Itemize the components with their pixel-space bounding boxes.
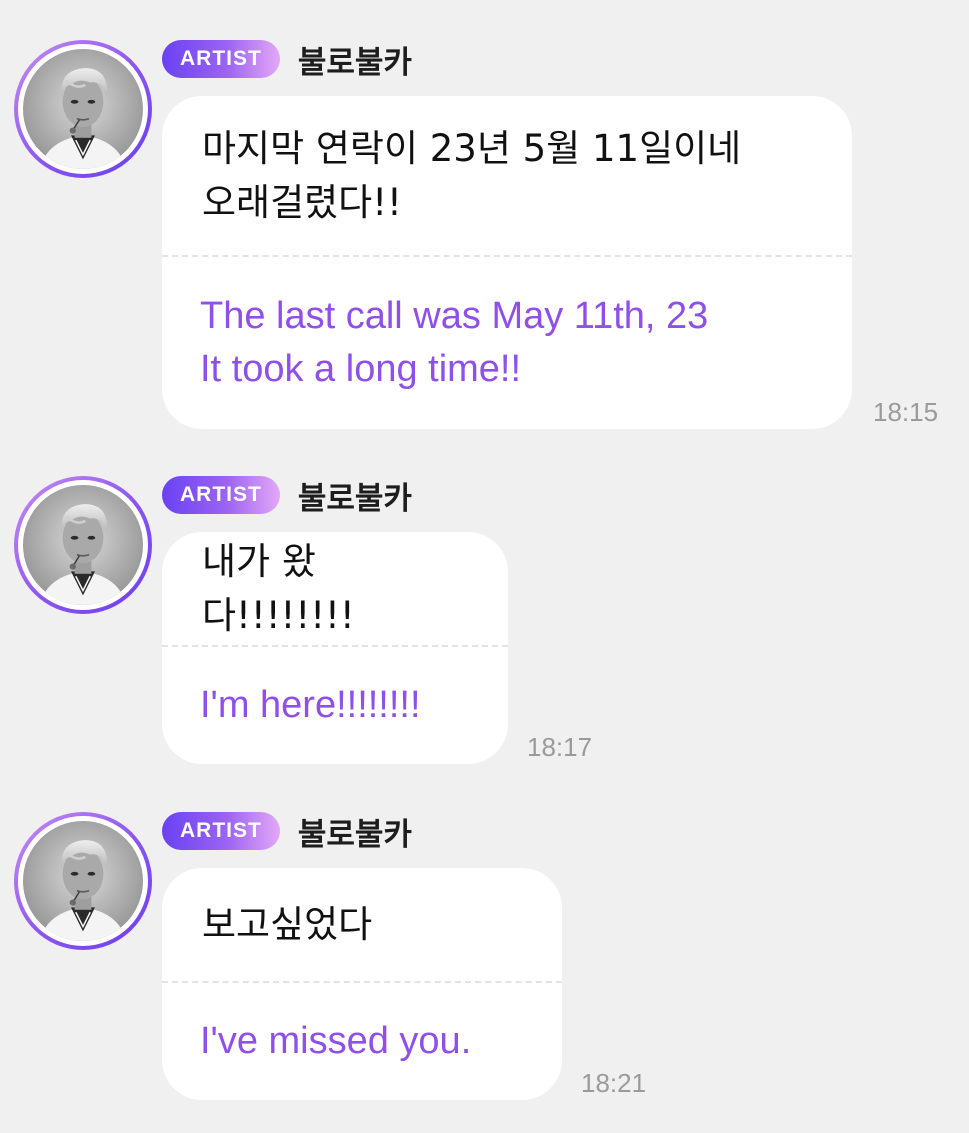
translated-text: I've missed you. bbox=[162, 983, 562, 1100]
artist-badge: ARTIST bbox=[162, 476, 280, 514]
message-text: 마지막 연락이 23년 5월 11일이네 오래걸렸다!! bbox=[162, 96, 852, 255]
sender-name[interactable]: 불로불카 bbox=[298, 37, 412, 82]
message-timestamp: 18:15 bbox=[873, 397, 938, 428]
profile-photo-icon bbox=[23, 485, 143, 605]
message-text: 보고싶었다 bbox=[162, 868, 562, 981]
profile-photo-icon bbox=[23, 49, 143, 169]
chat-message: ARTIST 불로불카 보고싶었다 I've missed you. 18:21 bbox=[0, 812, 969, 1112]
chat-message: ARTIST 불로불카 내가 왔다!!!!!!!! I'm here!!!!!!… bbox=[0, 476, 969, 776]
artist-badge: ARTIST bbox=[162, 40, 280, 78]
avatar-frame bbox=[18, 44, 148, 174]
message-text: 내가 왔다!!!!!!!! bbox=[162, 532, 508, 645]
avatar-frame bbox=[18, 480, 148, 610]
avatar-frame bbox=[18, 816, 148, 946]
message-header: ARTIST 불로불카 bbox=[162, 812, 412, 850]
artist-badge: ARTIST bbox=[162, 812, 280, 850]
message-header: ARTIST 불로불카 bbox=[162, 40, 412, 78]
avatar[interactable] bbox=[14, 812, 152, 950]
sender-name[interactable]: 불로불카 bbox=[298, 473, 412, 518]
sender-name[interactable]: 불로불카 bbox=[298, 809, 412, 854]
avatar[interactable] bbox=[14, 476, 152, 614]
chat-message: ARTIST 불로불카 마지막 연락이 23년 5월 11일이네 오래걸렸다!!… bbox=[0, 40, 969, 440]
translated-text: The last call was May 11th, 23 It took a… bbox=[162, 257, 852, 429]
translated-text: I'm here!!!!!!!! bbox=[162, 647, 508, 764]
profile-photo-icon bbox=[23, 821, 143, 941]
message-bubble[interactable]: 내가 왔다!!!!!!!! I'm here!!!!!!!! bbox=[162, 532, 508, 764]
message-header: ARTIST 불로불카 bbox=[162, 476, 412, 514]
message-bubble[interactable]: 보고싶었다 I've missed you. bbox=[162, 868, 562, 1100]
message-timestamp: 18:21 bbox=[581, 1068, 646, 1099]
message-timestamp: 18:17 bbox=[527, 732, 592, 763]
avatar[interactable] bbox=[14, 40, 152, 178]
message-bubble[interactable]: 마지막 연락이 23년 5월 11일이네 오래걸렸다!! The last ca… bbox=[162, 96, 852, 429]
